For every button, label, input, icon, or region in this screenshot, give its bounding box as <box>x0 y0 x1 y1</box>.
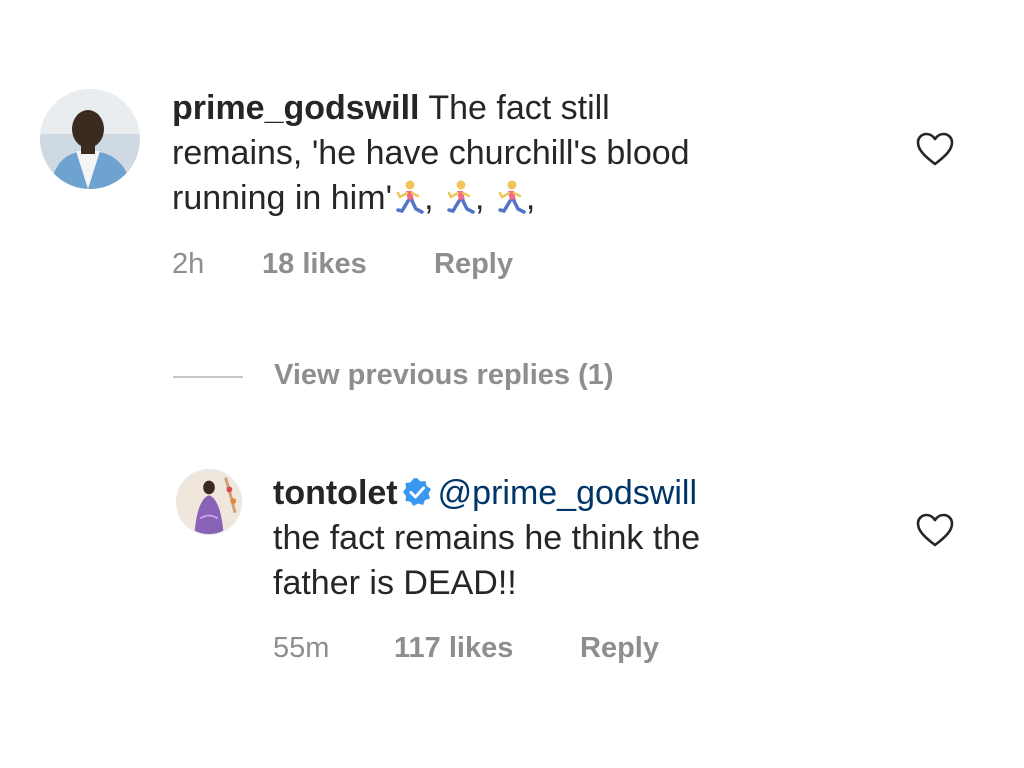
comment-line: running in him' <box>172 179 393 217</box>
man-running-icon <box>494 179 526 217</box>
avatar-photo <box>177 470 241 534</box>
comment-line: remains, 'he have churchill's blood <box>172 134 690 172</box>
comment-timestamp: 55m <box>273 632 330 664</box>
comment-text: tontolet @prime_godswill the fact remains… <box>273 471 873 606</box>
comment-username[interactable]: tontolet <box>273 474 398 512</box>
comment-mention-link[interactable]: @prime_godswill <box>438 474 697 512</box>
comment-line: father is DEAD!! <box>273 564 517 602</box>
comment-likes[interactable]: 18 likes <box>262 247 434 281</box>
comment-meta: 55m 117 likes Reply <box>273 631 659 665</box>
avatar-photo <box>40 89 140 189</box>
like-heart-icon[interactable] <box>915 131 955 167</box>
man-running-icon <box>392 179 424 217</box>
comment-meta: 2h 18 likes Reply <box>172 247 513 281</box>
comment-line: The fact still <box>428 89 610 127</box>
avatar-prime-godswill[interactable] <box>40 89 140 189</box>
comment-likes[interactable]: 117 likes <box>394 631 580 665</box>
comment-text: prime_godswill The fact still remains, '… <box>172 86 872 221</box>
comment-timestamp: 2h <box>172 248 205 280</box>
emoji-separator: , <box>525 179 536 217</box>
like-heart-icon[interactable] <box>915 512 955 548</box>
comment-line: the fact remains he think the <box>273 519 701 557</box>
avatar-tontolet[interactable] <box>176 469 242 535</box>
emoji-separator: , <box>474 179 485 217</box>
emoji-separator: , <box>424 179 434 217</box>
reply-button[interactable]: Reply <box>580 631 659 665</box>
replies-divider <box>173 376 243 378</box>
comment-username[interactable]: prime_godswill <box>172 89 420 127</box>
man-running-icon <box>443 179 475 217</box>
reply-button[interactable]: Reply <box>434 247 513 281</box>
verified-badge-icon <box>402 477 432 507</box>
view-previous-replies-button[interactable]: View previous replies (1) <box>274 358 614 392</box>
